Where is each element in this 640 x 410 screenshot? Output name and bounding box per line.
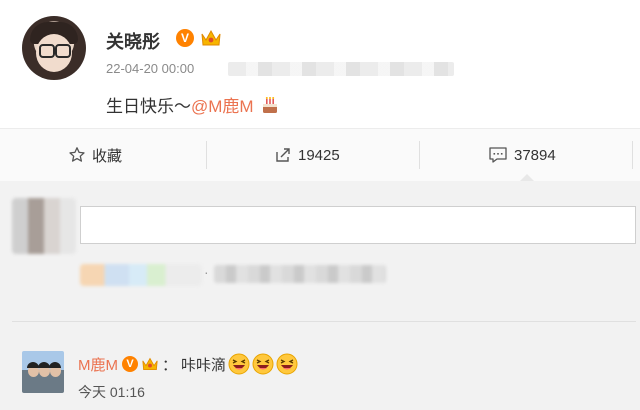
blurred-comment-tools[interactable] [80,264,202,286]
current-user-avatar [12,198,76,254]
weibo-post: 关晓彤 V 22-04-20 00:00 生日快乐～@M鹿M [0,0,640,128]
reply-content: M鹿M V ： 咔咔滴 [78,353,298,375]
vip-crown-icon [201,29,221,46]
vip-crown-icon [142,357,158,370]
reply-separator: ： [162,356,178,374]
favorite-label: 收藏 [92,147,123,165]
verified-badge-icon: V [176,29,194,47]
reply-text: 咔咔滴 [181,356,227,374]
post-text: 生日快乐～ [106,97,191,116]
favorite-button[interactable]: 收藏 [68,129,122,181]
reply-username[interactable]: M鹿M [78,354,118,375]
post-timestamp[interactable]: 22-04-20 00:00 [106,61,194,76]
comment-divider [12,321,636,322]
comment-input[interactable] [80,206,636,244]
blurred-comment-options [214,265,386,283]
repost-button[interactable]: 19425 [274,129,340,181]
post-username[interactable]: 关晓彤 [106,28,160,54]
comment-count: 37894 [514,146,556,164]
tools-separator: · [204,264,209,280]
post-content: 生日快乐～@M鹿M [106,92,280,117]
verified-badge-icon: V [122,356,138,372]
action-divider [632,141,633,169]
laughing-emoji-icon [252,353,274,375]
repost-icon [276,148,290,162]
star-icon [69,147,85,162]
laughing-emoji-icon [228,353,250,375]
reply-timestamp: 今天 01:16 [78,384,145,400]
cake-emoji-icon [262,97,277,113]
user-avatar-icon[interactable] [22,16,86,80]
blurred-source-info [228,62,454,76]
reply-user-avatar[interactable] [22,351,64,393]
action-divider [419,141,420,169]
laughing-emoji-icon [276,353,298,375]
action-divider [206,141,207,169]
mention-link[interactable]: @M鹿M [191,97,254,116]
comment-icon [489,147,507,163]
post-action-bar: 收藏 19425 37894 [0,128,640,182]
comment-pointer-arrow [520,174,534,181]
comment-section: · M鹿M V ： 咔咔滴 今天 01:16 [0,181,640,410]
repost-count: 19425 [298,146,340,164]
